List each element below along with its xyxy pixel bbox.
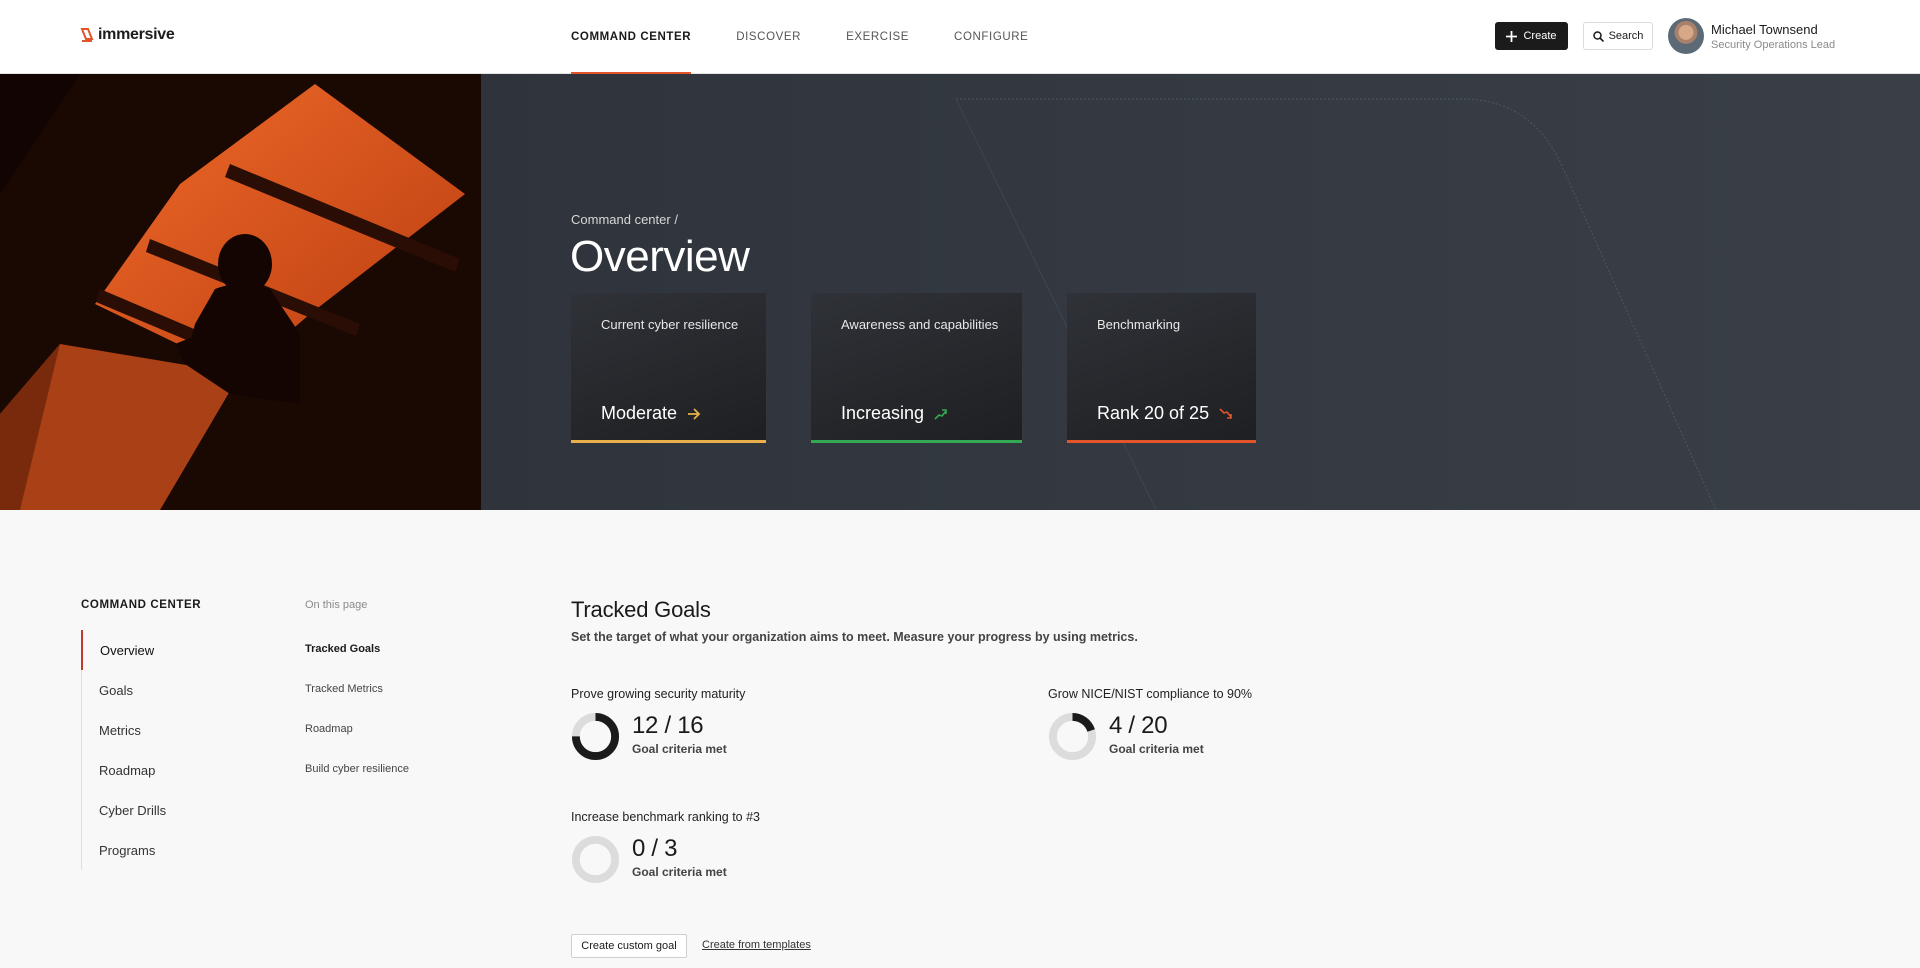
card-status-bar [1067,440,1256,443]
goal-progress-ring [571,712,620,761]
goal-label: Increase benchmark ranking to #3 [571,810,760,824]
hero-decoration [481,74,1920,510]
goal-progress-row: 0 / 3 Goal criteria met [571,835,727,884]
search-button[interactable]: Search [1583,22,1653,50]
plus-icon [1506,30,1518,42]
card-label: Current cyber resilience [601,317,739,332]
search-icon [1592,30,1604,42]
goal-item[interactable]: Increase benchmark ranking to #3 0 / 3 G… [571,810,760,884]
goal-count: 12 / 16 [632,712,704,739]
goal-caption: Goal criteria met [1109,742,1204,756]
primary-nav: COMMAND CENTER DISCOVER EXERCISE CONFIGU… [571,0,1073,75]
arrow-down-right-icon [1219,407,1232,419]
card-status-bar [811,440,1022,443]
create-custom-goal-button[interactable]: Create custom goal [571,934,687,958]
section-subtitle: Set the target of what your organization… [571,630,1138,644]
sidebar-item-roadmap[interactable]: Roadmap [82,750,231,790]
breadcrumb[interactable]: Command center / [571,212,678,227]
nav-exercise[interactable]: EXERCISE [846,0,909,74]
sidebar-item-metrics[interactable]: Metrics [82,710,231,750]
logo-mark-icon [80,28,94,42]
section-title: Tracked Goals [571,597,711,622]
goal-label: Prove growing security maturity [571,687,746,701]
nav-discover[interactable]: DISCOVER [736,0,801,74]
goal-item[interactable]: Prove growing security maturity 12 / 16 … [571,687,746,761]
card-value-text: Moderate [601,403,678,423]
anchor-roadmap[interactable]: Roadmap [305,709,409,749]
hero-banner: Command center / Overview [0,74,1920,510]
goal-caption: Goal criteria met [632,742,727,756]
sidebar-item-programs[interactable]: Programs [82,830,231,870]
goal-progress-ring [571,835,620,884]
user-role: Security Operations Lead [1711,39,1836,51]
hero-image [0,74,481,510]
card-value-text: Increasing [841,403,925,423]
awareness-card[interactable]: Awareness and capabilities Increasing [811,293,1022,443]
brand-logo[interactable]: immersive [80,26,175,44]
card-status-bar [571,440,766,443]
anchor-tracked-goals[interactable]: Tracked Goals [305,629,409,669]
sidebar-title: COMMAND CENTER [81,599,202,611]
anchor-build-cyber-resilience[interactable]: Build cyber resilience [305,749,409,789]
on-this-page-title: On this page [305,599,368,611]
card-label: Awareness and capabilities [841,317,999,332]
top-navigation-bar: immersive COMMAND CENTER DISCOVER EXERCI… [0,0,1920,75]
card-value: Rank 20 of 25 [1097,403,1233,424]
card-value: Increasing [841,403,948,424]
goal-item[interactable]: Grow NICE/NIST compliance to 90% 4 / 20 … [1048,687,1253,761]
create-from-templates-link[interactable]: Create from templates [702,939,811,951]
card-label: Benchmarking [1097,317,1181,332]
sidebar-item-overview[interactable]: Overview [81,630,231,670]
sidebar-item-goals[interactable]: Goals [82,670,231,710]
create-button-label: Create [1523,30,1557,42]
nav-configure[interactable]: CONFIGURE [954,0,1028,74]
arrow-up-right-icon [934,408,947,420]
card-value: Moderate [601,403,701,424]
user-name[interactable]: Michael Townsend [1711,22,1818,37]
sidebar-nav: Overview Goals Metrics Roadmap Cyber Dri… [81,630,231,870]
create-button[interactable]: Create [1495,22,1568,50]
goal-caption: Goal criteria met [632,865,727,879]
goal-count: 4 / 20 [1109,712,1168,739]
benchmarking-card[interactable]: Benchmarking Rank 20 of 25 [1067,293,1256,443]
card-value-text: Rank 20 of 25 [1097,403,1210,423]
arrow-right-icon [688,407,701,420]
page-title: Overview [570,232,750,281]
search-button-label: Search [1608,30,1644,42]
nav-command-center[interactable]: COMMAND CENTER [571,0,692,75]
sidebar-item-cyber-drills[interactable]: Cyber Drills [82,790,231,830]
goal-count: 0 / 3 [632,835,678,862]
goal-ring-track [571,835,620,884]
hero-silhouette-illustration [0,74,481,510]
anchor-tracked-metrics[interactable]: Tracked Metrics [305,669,409,709]
goal-label: Grow NICE/NIST compliance to 90% [1048,687,1253,701]
resilience-card[interactable]: Current cyber resilience Moderate [571,293,766,443]
brand-name: immersive [98,26,175,43]
goal-progress-row: 4 / 20 Goal criteria met [1048,712,1204,761]
goal-progress-ring [1048,712,1097,761]
on-this-page-list: Tracked Goals Tracked Metrics Roadmap Bu… [305,629,409,789]
goal-progress-row: 12 / 16 Goal criteria met [571,712,727,761]
user-avatar[interactable] [1668,18,1704,54]
